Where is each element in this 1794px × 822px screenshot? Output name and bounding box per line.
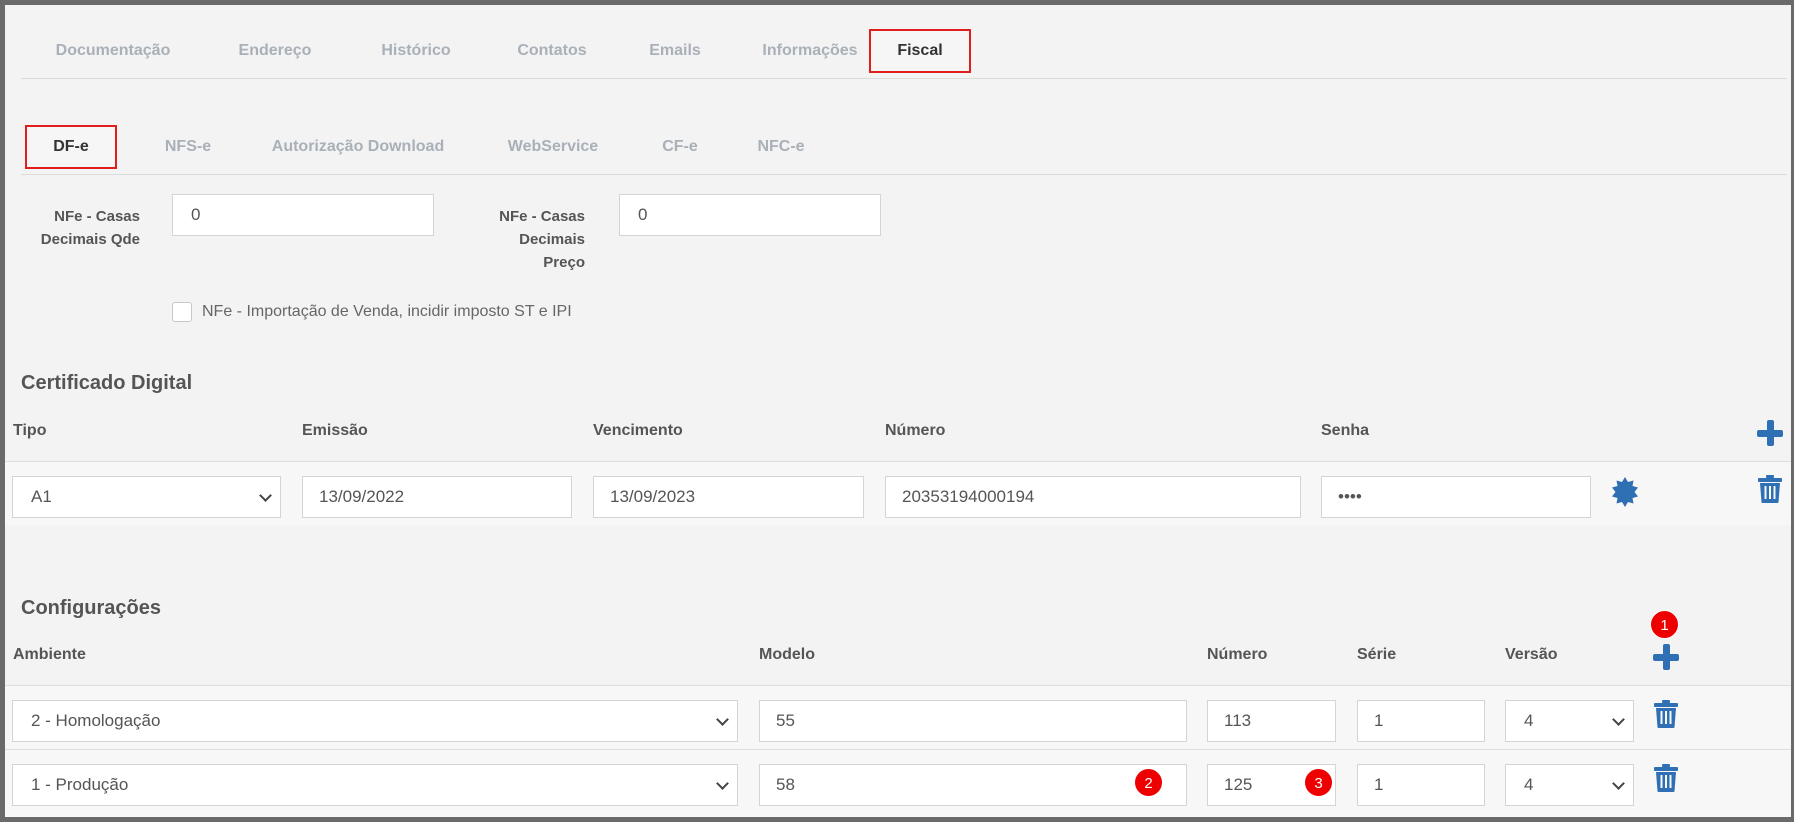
config-row-2: 1 - Produção 58 125 1 4 2 3 (5, 749, 1791, 817)
fiscal-settings-window: Documentação Endereço Histórico Contatos… (0, 0, 1794, 822)
tab-documentacao[interactable]: Documentação (41, 29, 185, 73)
casas-decimais-qde-label-line-1: NFe - Casas (54, 208, 140, 225)
callout-badge-2: 2 (1134, 768, 1163, 797)
cert-col-vencimento: Vencimento (593, 422, 683, 439)
cert-numero-input[interactable]: 20353194000194 (885, 476, 1301, 518)
casas-decimais-preco-label-line-2: Decimais (519, 231, 585, 248)
chevron-down-icon (1612, 713, 1625, 726)
tab-emails[interactable]: Emails (627, 29, 723, 73)
certificate-row: A1 13/09/2022 13/09/2023 20353194000194 … (5, 461, 1791, 525)
config-numero-input-1[interactable]: 113 (1207, 700, 1336, 742)
tab-nfce[interactable]: NFC-e (739, 125, 823, 169)
tab-autorizacao-download[interactable]: Autorização Download (257, 125, 459, 169)
importacao-venda-checkbox[interactable] (172, 302, 192, 322)
cert-emissao-input[interactable]: 13/09/2022 (302, 476, 572, 518)
cert-col-tipo: Tipo (13, 422, 47, 439)
tab-dfe[interactable]: DF-e (25, 125, 117, 169)
configuracoes-section-title: Configurações (21, 597, 162, 619)
chevron-down-icon (716, 713, 729, 726)
casas-decimais-qde-label-line-2: Decimais Qde (40, 231, 140, 248)
chevron-down-icon (1612, 777, 1625, 790)
tab-endereco[interactable]: Endereço (225, 29, 325, 73)
cert-col-numero: Número (885, 422, 946, 439)
casas-decimais-preco-label-line-3: Preço (543, 254, 585, 271)
add-configuracao-plus-icon[interactable] (1653, 644, 1679, 670)
casas-decimais-qde-label: NFe - Casas Decimais Qde (25, 205, 140, 251)
tab-contatos[interactable]: Contatos (495, 29, 609, 73)
config-ambiente-value-1: 2 - Homologação (31, 711, 161, 730)
sub-tab-bar: DF-e NFS-e Autorização Download WebServi… (21, 125, 1787, 175)
cert-senha-input[interactable]: •••• (1321, 476, 1591, 518)
config-modelo-input-1[interactable]: 55 (759, 700, 1187, 742)
config-ambiente-select-2[interactable]: 1 - Produção (12, 764, 738, 806)
tab-fiscal[interactable]: Fiscal (869, 29, 971, 73)
tab-informacoes[interactable]: Informações (739, 29, 881, 73)
casas-decimais-preco-input[interactable]: 0 (619, 194, 881, 236)
importacao-venda-label: NFe - Importação de Venda, incidir impos… (202, 303, 572, 320)
certificado-section-title: Certificado Digital (21, 372, 193, 394)
callout-badge-1: 1 (1650, 610, 1679, 639)
cert-vencimento-input[interactable]: 13/09/2023 (593, 476, 864, 518)
tab-webservice[interactable]: WebService (491, 125, 615, 169)
config-versao-select-1[interactable]: 4 (1505, 700, 1634, 742)
config-col-modelo: Modelo (759, 646, 815, 663)
cert-tipo-select[interactable]: A1 (12, 476, 281, 518)
top-tab-bar: Documentação Endereço Histórico Contatos… (21, 29, 1787, 79)
config-versao-value-1: 4 (1524, 711, 1534, 730)
cert-tipo-value: A1 (31, 487, 52, 506)
callout-badge-3: 3 (1304, 768, 1333, 797)
config-serie-input-2[interactable]: 1 (1357, 764, 1485, 806)
casas-decimais-qde-input[interactable]: 0 (172, 194, 434, 236)
config-modelo-input-2[interactable]: 58 (759, 764, 1187, 806)
config-col-ambiente: Ambiente (13, 646, 86, 663)
casas-decimais-preco-label-line-1: NFe - Casas (499, 208, 585, 225)
tab-nfse[interactable]: NFS-e (143, 125, 233, 169)
config-serie-input-1[interactable]: 1 (1357, 700, 1485, 742)
gear-icon[interactable] (1610, 477, 1640, 507)
config-ambiente-select-1[interactable]: 2 - Homologação (12, 700, 738, 742)
cert-col-senha: Senha (1321, 422, 1370, 439)
config-versao-value-2: 4 (1524, 775, 1534, 794)
casas-decimais-preco-label: NFe - Casas Decimais Preço (470, 205, 585, 274)
cert-col-emissao: Emissão (302, 422, 368, 439)
config-versao-select-2[interactable]: 4 (1505, 764, 1634, 806)
config-col-numero: Número (1207, 646, 1268, 663)
add-certificate-plus-icon[interactable] (1757, 420, 1783, 446)
tab-cfe[interactable]: CF-e (647, 125, 713, 169)
trash-icon[interactable] (1654, 700, 1678, 728)
config-ambiente-value-2: 1 - Produção (31, 775, 129, 794)
chevron-down-icon (716, 777, 729, 790)
trash-icon[interactable] (1758, 475, 1782, 503)
tab-historico[interactable]: Histórico (361, 29, 471, 73)
trash-icon[interactable] (1654, 764, 1678, 792)
config-col-serie: Série (1357, 646, 1397, 663)
config-row-1: 2 - Homologação 55 113 1 4 (5, 685, 1791, 749)
chevron-down-icon (259, 489, 272, 502)
config-col-versao: Versão (1505, 646, 1558, 663)
